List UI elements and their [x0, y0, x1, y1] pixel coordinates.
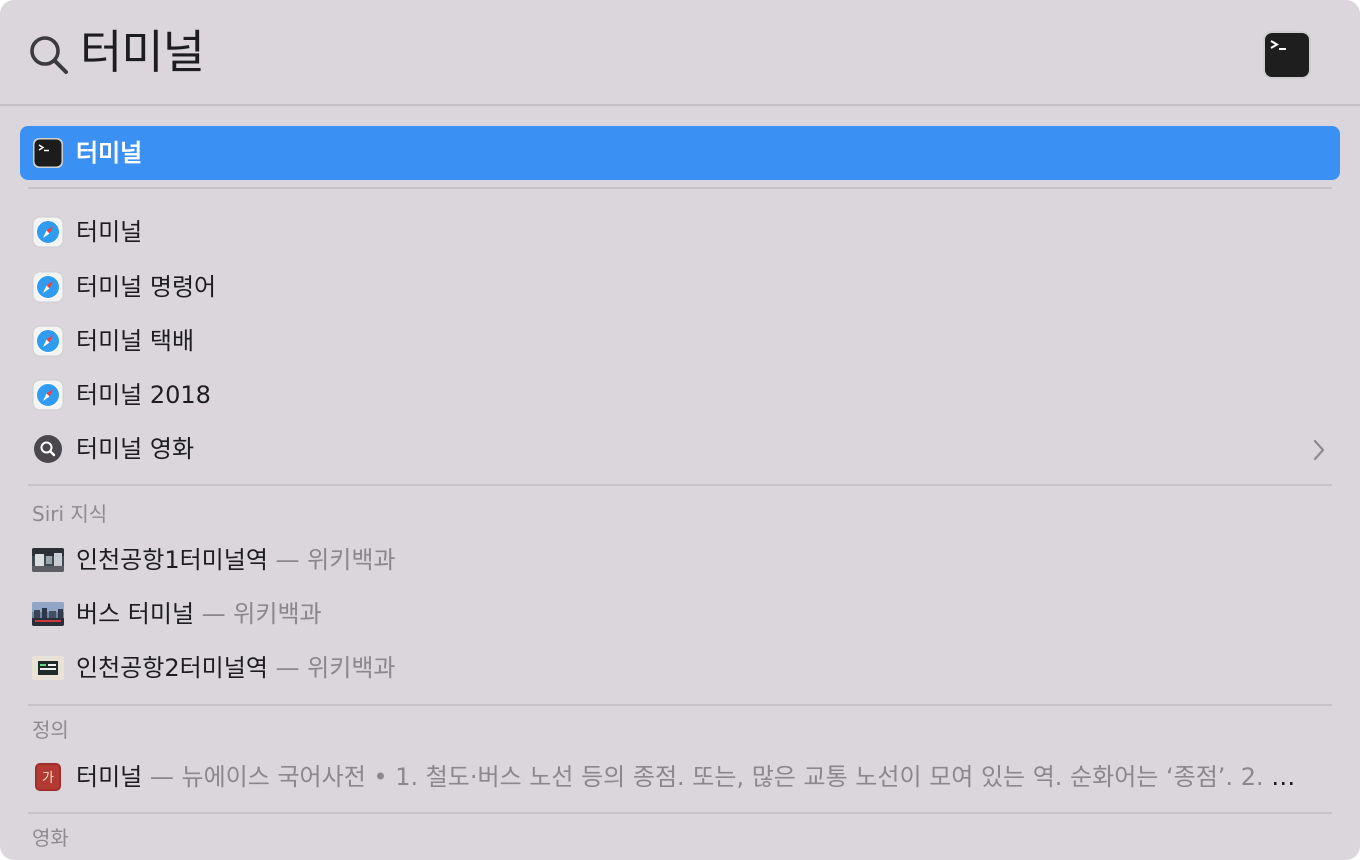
- station-sign-thumbnail: [32, 656, 64, 680]
- suggestion-label: 터미널: [76, 218, 143, 246]
- section-divider: [28, 704, 1332, 706]
- result-label: 터미널: [76, 139, 143, 167]
- suggestion-label: 터미널 택배: [76, 327, 195, 355]
- definition-title: 터미널: [76, 763, 143, 791]
- search-divider: [0, 104, 1360, 106]
- section-header-siri: Siri 지식: [32, 502, 108, 526]
- suggestion-row[interactable]: 터미널 택배: [20, 314, 1340, 368]
- siri-result-label: 인천공항2터미널역 — 위키백과: [76, 641, 396, 695]
- terminal-app-icon: [33, 138, 63, 168]
- safari-icon: [32, 216, 64, 248]
- result-top-hit-terminal[interactable]: 터미널: [20, 126, 1340, 180]
- dictionary-icon: 가: [35, 763, 61, 791]
- section-divider: [28, 812, 1332, 814]
- station-thumbnail: [32, 548, 64, 572]
- section-divider: [28, 484, 1332, 486]
- siri-result-title: 버스 터미널: [76, 600, 195, 628]
- siri-result-title: 인천공항1터미널역: [76, 546, 268, 574]
- definition-row[interactable]: 가 터미널 — 뉴에이스 국어사전 • 1. 철도·버스 노선 등의 종점. 또…: [20, 750, 1340, 804]
- suggestion-label: 터미널 2018: [76, 381, 211, 409]
- siri-result-source: — 위키백과: [267, 546, 396, 574]
- bus-terminal-thumbnail: [32, 602, 64, 626]
- suggestion-row[interactable]: 터미널 2018: [20, 368, 1340, 422]
- siri-result-row[interactable]: 인천공항1터미널역 — 위키백과: [20, 533, 1340, 587]
- definition-label: 터미널 — 뉴에이스 국어사전 • 1. 철도·버스 노선 등의 종점. 또는,…: [76, 750, 1306, 804]
- search-icon: [30, 36, 68, 74]
- section-header-movie: 영화: [32, 826, 69, 850]
- safari-icon: [32, 325, 64, 357]
- siri-result-source: — 위키백과: [267, 654, 396, 682]
- siri-result-row[interactable]: 인천공항2터미널역 — 위키백과: [20, 641, 1340, 695]
- siri-result-label: 버스 터미널 — 위키백과: [76, 587, 322, 641]
- section-header-definition: 정의: [32, 718, 69, 742]
- search-input[interactable]: 터미널: [80, 18, 205, 86]
- section-divider: [28, 187, 1332, 189]
- suggestion-label: 터미널 영화: [76, 435, 195, 463]
- svg-text:가: 가: [42, 771, 54, 786]
- siri-result-label: 인천공항1터미널역 — 위키백과: [76, 533, 396, 587]
- search-icon: [34, 435, 62, 463]
- terminal-preview-icon: [1263, 31, 1311, 79]
- chevron-right-icon[interactable]: [1312, 439, 1326, 461]
- suggestion-row[interactable]: 터미널 명령어: [20, 260, 1340, 314]
- spotlight-panel: 터미널 터미널 터미널 터미널 명령어 터미널 택배 터미널 2018 터미널 …: [0, 0, 1360, 860]
- siri-result-source: — 위키백과: [194, 600, 322, 628]
- siri-result-row[interactable]: 버스 터미널 — 위키백과: [20, 587, 1340, 641]
- suggestion-row-search[interactable]: 터미널 영화: [20, 422, 1340, 476]
- definition-detail: — 뉴에이스 국어사전 • 1. 철도·버스 노선 등의 종점. 또는, 많은 …: [142, 763, 1306, 791]
- safari-icon: [32, 379, 64, 411]
- siri-result-title: 인천공항2터미널역: [76, 654, 268, 682]
- suggestion-row[interactable]: 터미널: [20, 205, 1340, 259]
- safari-icon: [32, 271, 64, 303]
- search-bar[interactable]: 터미널: [0, 0, 1360, 104]
- suggestion-label: 터미널 명령어: [76, 273, 217, 301]
